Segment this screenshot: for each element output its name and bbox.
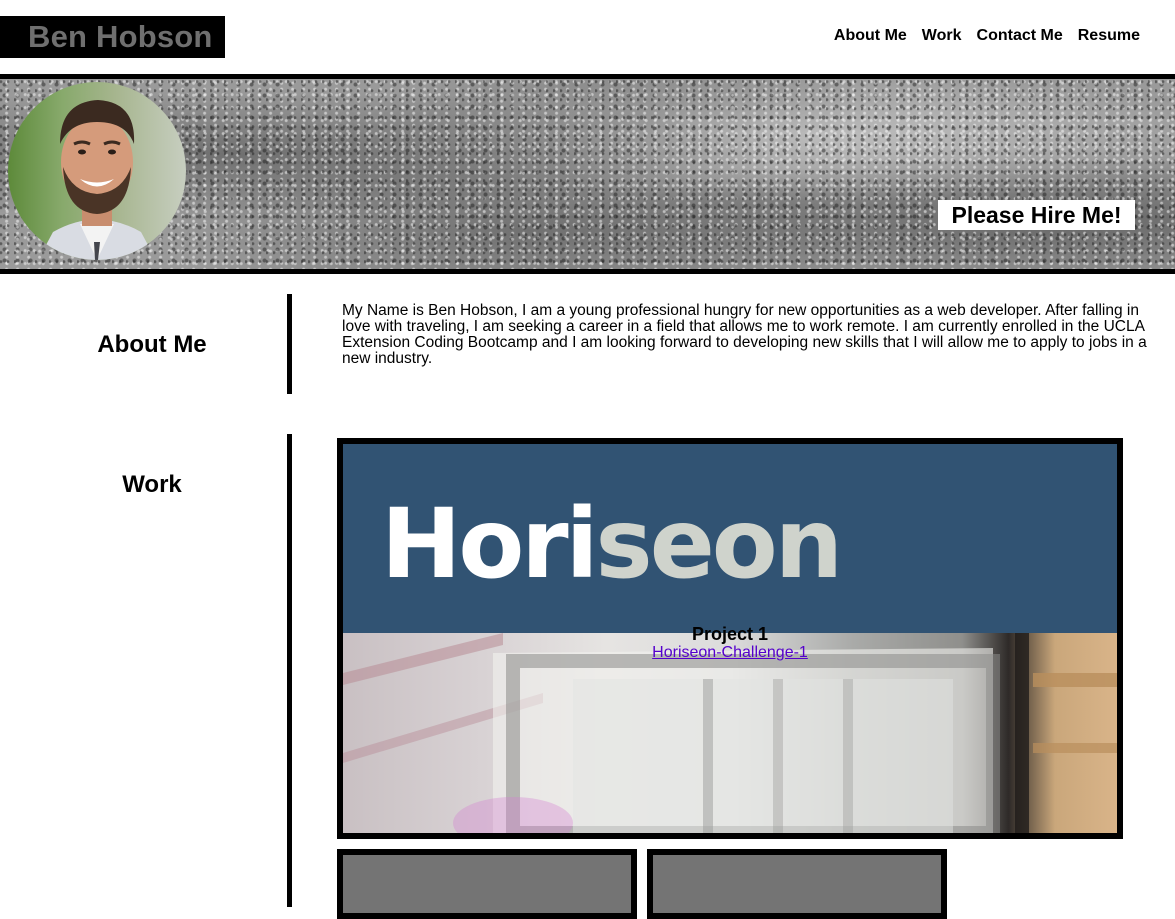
work-divider	[287, 434, 292, 907]
about-heading: About Me	[97, 331, 207, 358]
project-caption: Project 1 Horiseon-Challenge-1	[343, 624, 1117, 662]
hire-me-tagline: Please Hire Me!	[938, 200, 1135, 230]
work-heading: Work	[122, 471, 182, 498]
main-nav: About Me Work Contact Me Resume	[834, 27, 1140, 45]
profile-avatar	[8, 82, 186, 260]
hero-banner: Please Hire Me!	[0, 74, 1175, 274]
project-title: Project 1	[691, 624, 769, 644]
project-background-photo	[343, 633, 1117, 833]
horiseon-logo: Horiseon	[381, 488, 843, 600]
about-paragraph: My Name is Ben Hobson, I am a young prof…	[342, 302, 1147, 367]
project-card-1[interactable]: Horiseon Project 1 Horiseon-Challenge-1	[337, 438, 1123, 839]
project-link[interactable]: Horiseon-Challenge-1	[652, 644, 808, 661]
about-divider	[287, 294, 292, 394]
horiseon-banner-image: Horiseon	[343, 444, 1117, 633]
nav-work[interactable]: Work	[922, 27, 962, 45]
nav-contact-me[interactable]: Contact Me	[977, 27, 1063, 45]
window-photo-illustration	[343, 633, 1117, 833]
project-card-2[interactable]	[337, 849, 637, 919]
svg-text:Horiseon: Horiseon	[381, 488, 840, 600]
project-card-3[interactable]	[647, 849, 947, 919]
nav-resume[interactable]: Resume	[1078, 27, 1140, 45]
profile-portrait-image	[38, 100, 156, 260]
nav-about-me[interactable]: About Me	[834, 27, 907, 45]
site-logo[interactable]: Ben Hobson	[0, 16, 225, 58]
